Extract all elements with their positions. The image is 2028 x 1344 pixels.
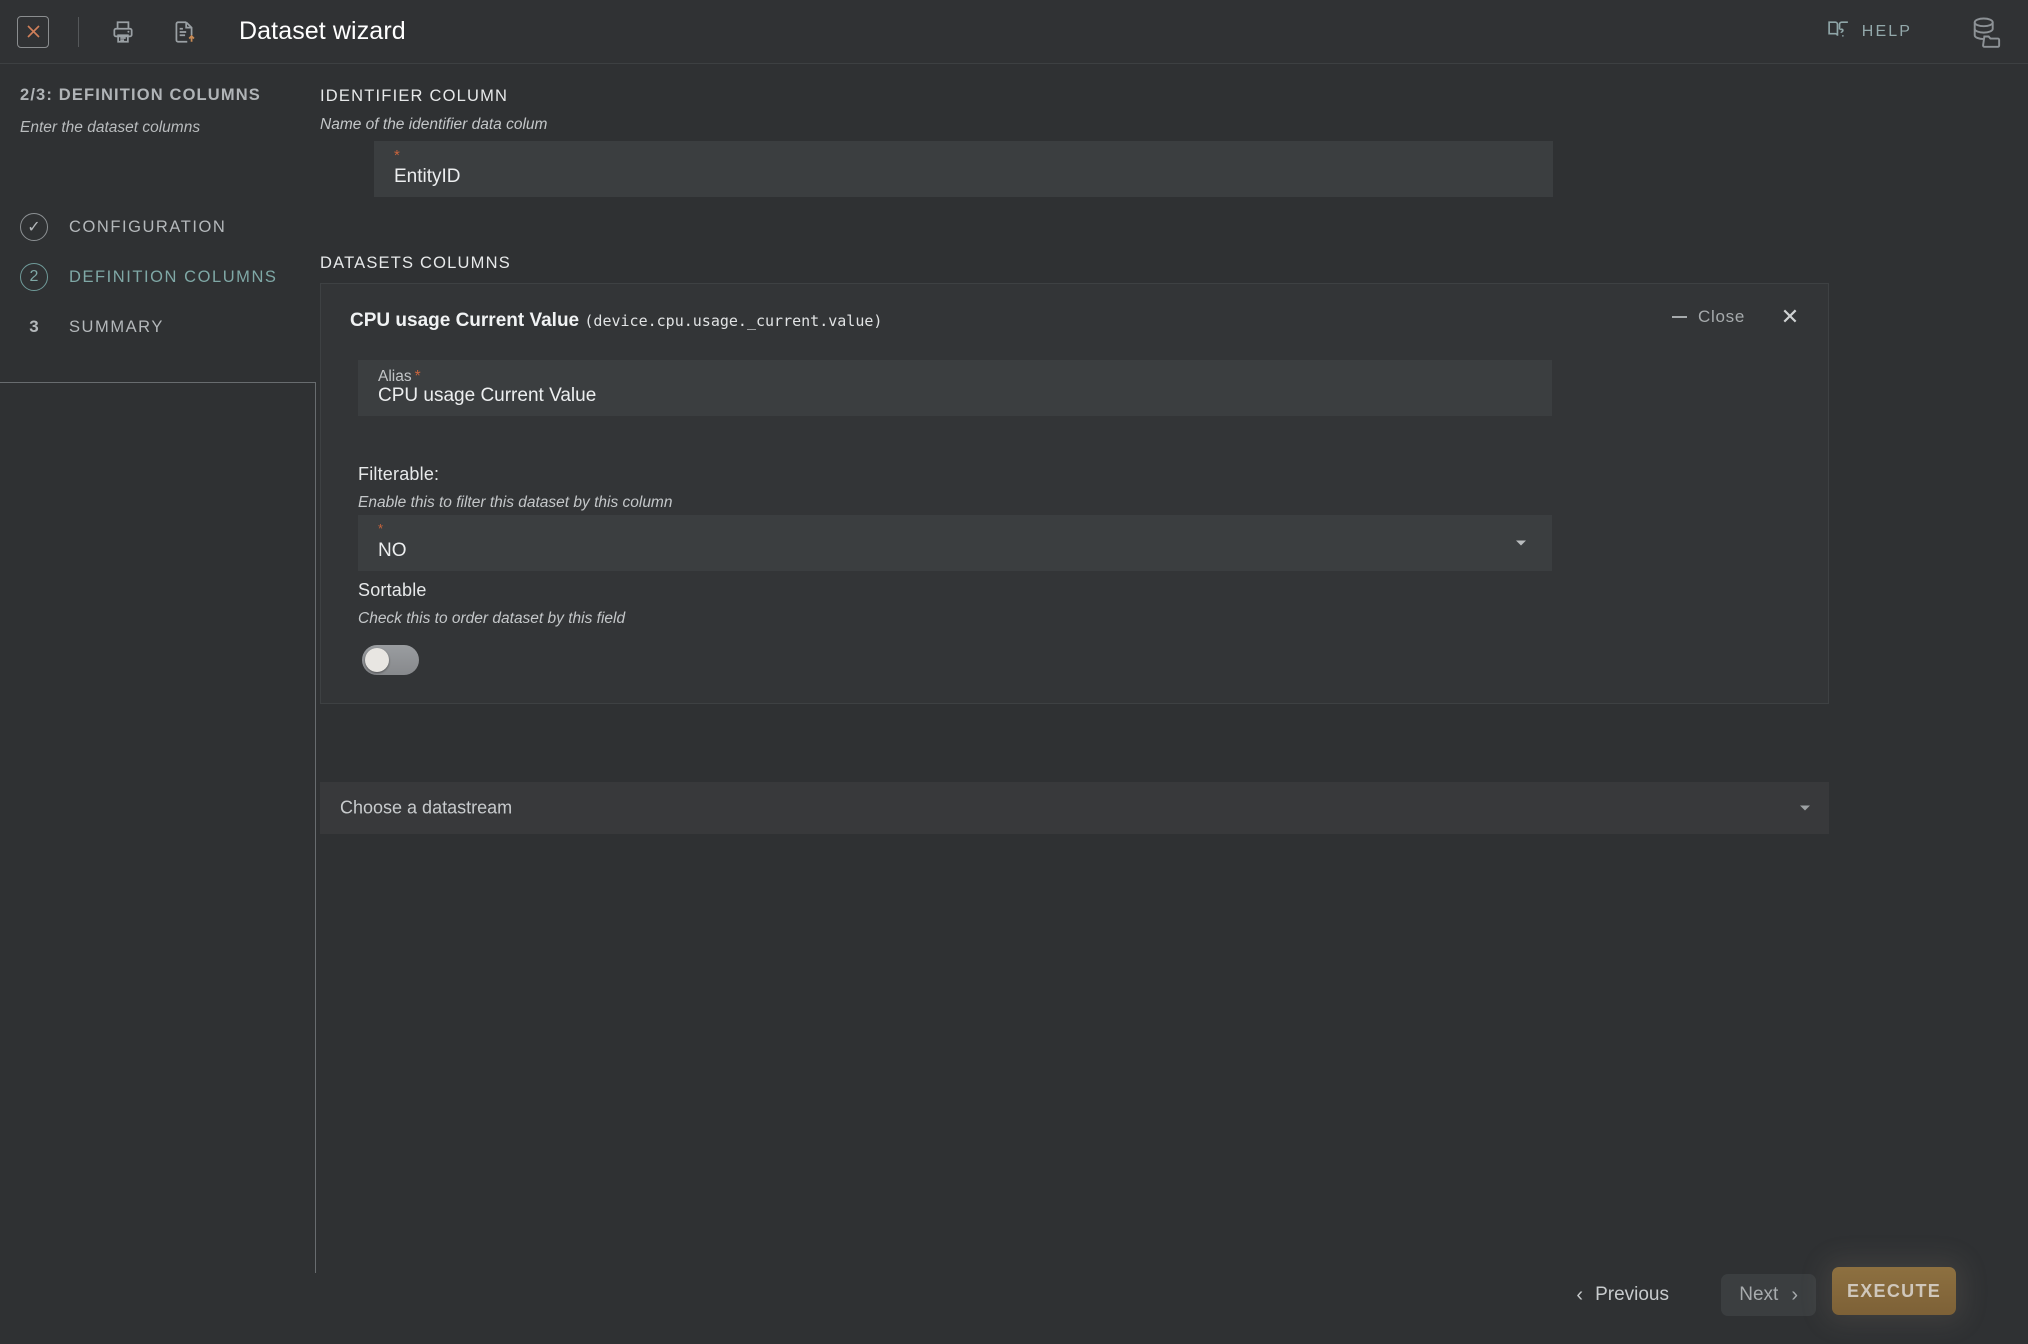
dataset-column-card: CPU usage Current Value (device.cpu.usag…	[320, 283, 1829, 704]
column-path: (device.cpu.usage._current.value)	[584, 312, 883, 330]
alias-input[interactable]: Alias * CPU usage Current Value	[358, 360, 1552, 416]
alias-label: Alias *	[378, 368, 421, 386]
filterable-description: Enable this to filter this dataset by th…	[358, 494, 673, 511]
check-circle-icon: ✓	[20, 213, 48, 241]
required-asterisk: *	[394, 147, 400, 164]
step-number-icon: 3	[29, 317, 39, 336]
identifier-column-value: EntityID	[394, 166, 461, 187]
sidebar-item-label-definition-columns: DEFINITION COLUMNS	[69, 267, 278, 286]
sidebar-item-label-summary: SUMMARY	[69, 317, 164, 336]
datastream-select[interactable]: Choose a datastream	[320, 782, 1829, 834]
toolbar-right-group: HELP	[1826, 0, 2028, 63]
column-alias-title: CPU usage Current Value	[350, 310, 580, 331]
book-question-icon	[1826, 17, 1851, 47]
printer-icon[interactable]	[106, 15, 140, 49]
required-asterisk: *	[378, 521, 384, 536]
sidebar-item-label-configuration: CONFIGURATION	[69, 217, 227, 236]
minimize-card-label: Close	[1698, 307, 1745, 326]
wizard-footer: ‹ Previous Next › EXECUTE	[316, 1254, 2028, 1344]
dataset-column-card-actions: Close ✕	[1672, 306, 1802, 328]
sidebar-step-description: Enter the dataset columns	[20, 119, 201, 136]
wizard-sidebar: 2/3: DEFINITION COLUMNS Enter the datase…	[0, 64, 316, 1344]
dataset-column-card-title: CPU usage Current Value (device.cpu.usag…	[350, 310, 882, 332]
previous-button-label: Previous	[1595, 1284, 1669, 1305]
close-card-button[interactable]: ✕	[1778, 306, 1802, 328]
toolbar-divider	[78, 16, 79, 47]
top-toolbar: Dataset wizard HELP	[0, 0, 2028, 64]
sortable-label: Sortable	[358, 580, 427, 600]
sidebar-item-summary[interactable]: 3 SUMMARY	[0, 302, 316, 352]
sortable-toggle[interactable]	[362, 645, 419, 675]
chevron-down-icon	[1800, 805, 1810, 811]
chevron-left-icon: ‹	[1576, 1284, 1584, 1306]
step-number-circle-icon: 2	[20, 263, 48, 291]
filterable-value: NO	[378, 540, 407, 561]
wizard-step-list: ✓ CONFIGURATION 2 DEFINITION COLUMNS 3 S…	[0, 202, 316, 352]
sidebar-item-configuration[interactable]: ✓ CONFIGURATION	[0, 202, 316, 252]
minimize-card-button[interactable]: Close	[1672, 307, 1745, 327]
identifier-column-heading: IDENTIFIER COLUMN	[320, 87, 509, 105]
filterable-label: Filterable:	[358, 464, 440, 484]
next-button-label: Next	[1739, 1284, 1779, 1305]
toggle-knob	[365, 648, 389, 672]
window-title: Dataset wizard	[239, 17, 406, 45]
help-button[interactable]: HELP	[1826, 17, 1912, 47]
datastream-value: Choose a datastream	[340, 797, 513, 818]
alias-label-text: Alias	[378, 368, 412, 385]
execute-button[interactable]: EXECUTE	[1832, 1267, 1956, 1315]
next-button[interactable]: Next ›	[1721, 1274, 1816, 1316]
sortable-description: Check this to order dataset by this fiel…	[358, 610, 626, 627]
sidebar-item-definition-columns[interactable]: 2 DEFINITION COLUMNS	[0, 252, 316, 302]
help-label: HELP	[1861, 22, 1912, 40]
previous-button[interactable]: ‹ Previous	[1562, 1274, 1683, 1316]
database-folder-icon[interactable]	[1956, 0, 2014, 63]
minus-icon	[1672, 316, 1688, 318]
chevron-down-icon	[1516, 540, 1526, 546]
filterable-select[interactable]: * NO	[358, 515, 1552, 571]
wizard-main-content: IDENTIFIER COLUMN Name of the identifier…	[316, 64, 2028, 1344]
required-asterisk: *	[414, 368, 421, 385]
sidebar-active-outline	[0, 382, 316, 1273]
sidebar-step-title: 2/3: DEFINITION COLUMNS	[20, 86, 261, 104]
datasets-columns-heading: DATASETS COLUMNS	[320, 254, 511, 272]
chevron-right-icon: ›	[1791, 1284, 1798, 1306]
identifier-column-description: Name of the identifier data colum	[320, 116, 548, 133]
identifier-column-input[interactable]: * EntityID	[374, 141, 1553, 197]
document-upload-icon[interactable]	[167, 15, 201, 49]
close-box-icon[interactable]	[17, 15, 49, 48]
alias-value: CPU usage Current Value	[378, 385, 597, 406]
